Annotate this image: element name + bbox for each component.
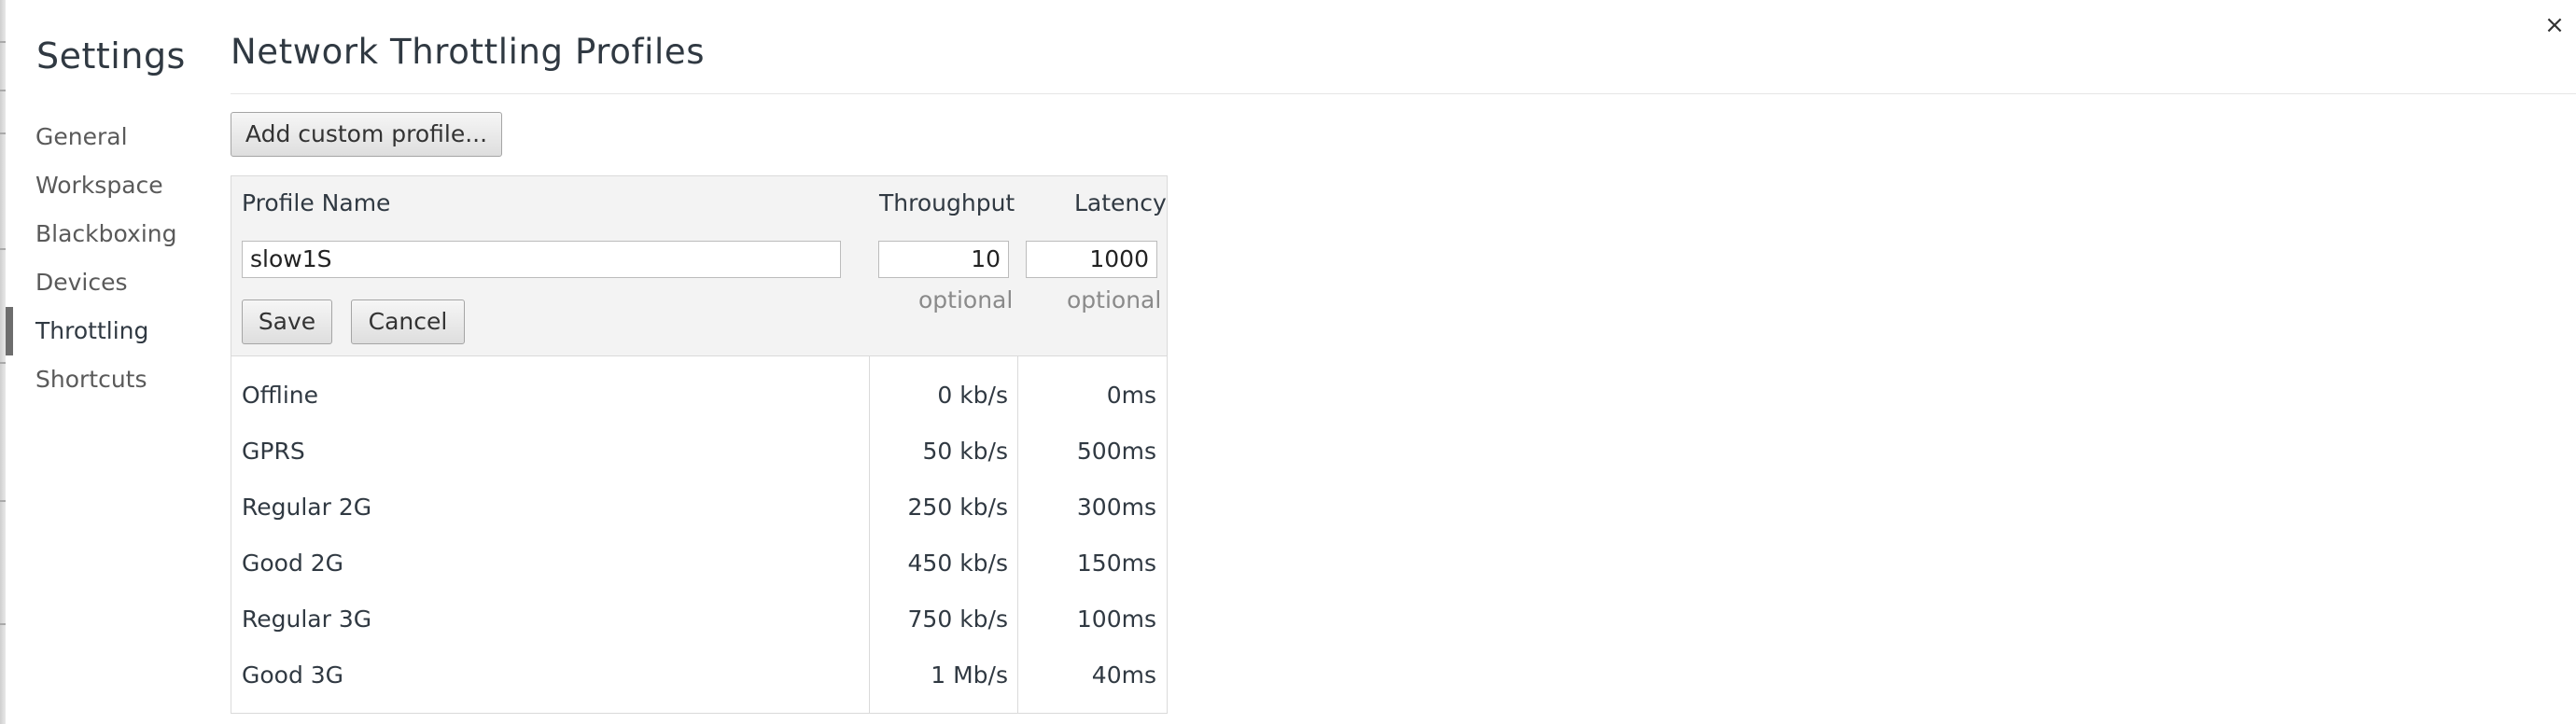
- profile-latency: 500ms: [1076, 438, 1156, 465]
- profile-throughput: 250 kb/s: [907, 494, 1008, 521]
- edge-tick: [0, 41, 6, 43]
- profile-latency: 150ms: [1076, 550, 1156, 577]
- profile-throughput: 50 kb/s: [922, 438, 1008, 465]
- profile-throughput: 450 kb/s: [907, 550, 1008, 577]
- profile-throughput: 750 kb/s: [907, 606, 1008, 633]
- cancel-button[interactable]: Cancel: [351, 299, 465, 344]
- profile-latency: 100ms: [1076, 606, 1156, 633]
- latency-input[interactable]: 1000: [1026, 241, 1157, 278]
- profile-row-offline[interactable]: Offline 0 kb/s 0ms: [231, 368, 1167, 424]
- latency-optional-hint: optional: [1067, 286, 1162, 313]
- edge-tick: [0, 90, 6, 91]
- sidebar-item-shortcuts[interactable]: Shortcuts: [0, 355, 205, 404]
- latency-header: Latency: [1074, 189, 1167, 216]
- throughput-optional-hint: optional: [918, 286, 1014, 313]
- profile-row-good-3g[interactable]: Good 3G 1 Mb/s 40ms: [231, 647, 1167, 703]
- profile-name: Regular 3G: [242, 606, 372, 633]
- throughput-input[interactable]: 10: [878, 241, 1009, 278]
- sidebar-item-general[interactable]: General: [0, 113, 205, 161]
- profile-name: Good 3G: [242, 661, 344, 689]
- profile-row-good-2g[interactable]: Good 2G 450 kb/s 150ms: [231, 536, 1167, 592]
- settings-title: Settings: [36, 35, 186, 77]
- profile-name: Regular 2G: [242, 494, 372, 521]
- profile-throughput: 1 Mb/s: [931, 661, 1008, 689]
- profile-row-gprs[interactable]: GPRS 50 kb/s 500ms: [231, 424, 1167, 480]
- profile-row-regular-3g[interactable]: Regular 3G 750 kb/s 100ms: [231, 592, 1167, 647]
- sidebar-item-blackboxing[interactable]: Blackboxing: [0, 210, 205, 258]
- profile-name-input[interactable]: slow1S: [242, 241, 841, 278]
- throttling-profiles-list: Profile Name Throughput Latency slow1S 1…: [231, 175, 1168, 714]
- profile-name: Offline: [242, 382, 319, 409]
- profile-throughput: 0 kb/s: [937, 382, 1008, 409]
- profile-latency: 300ms: [1076, 494, 1156, 521]
- edge-tick: [0, 500, 6, 502]
- save-button[interactable]: Save: [242, 299, 332, 344]
- profile-row-regular-2g[interactable]: Regular 2G 250 kb/s 300ms: [231, 480, 1167, 536]
- close-icon[interactable]: ×: [2541, 11, 2569, 39]
- profile-latency: 0ms: [1106, 382, 1156, 409]
- settings-sidebar: General Workspace Blackboxing Devices Th…: [0, 113, 205, 404]
- sidebar-item-devices[interactable]: Devices: [0, 258, 205, 307]
- profile-name: Good 2G: [242, 550, 344, 577]
- sidebar-item-throttling[interactable]: Throttling: [0, 307, 205, 355]
- profile-name: GPRS: [242, 438, 305, 465]
- add-custom-profile-button[interactable]: Add custom profile...: [231, 112, 502, 157]
- profile-editor: Profile Name Throughput Latency slow1S 1…: [231, 176, 1167, 356]
- sidebar-item-workspace[interactable]: Workspace: [0, 161, 205, 210]
- edge-tick: [0, 623, 6, 625]
- throughput-header: Throughput: [879, 189, 1015, 216]
- profile-latency: 40ms: [1091, 661, 1156, 689]
- title-divider: [231, 93, 2576, 94]
- page-title: Network Throttling Profiles: [231, 32, 706, 72]
- profile-name-header: Profile Name: [242, 189, 391, 216]
